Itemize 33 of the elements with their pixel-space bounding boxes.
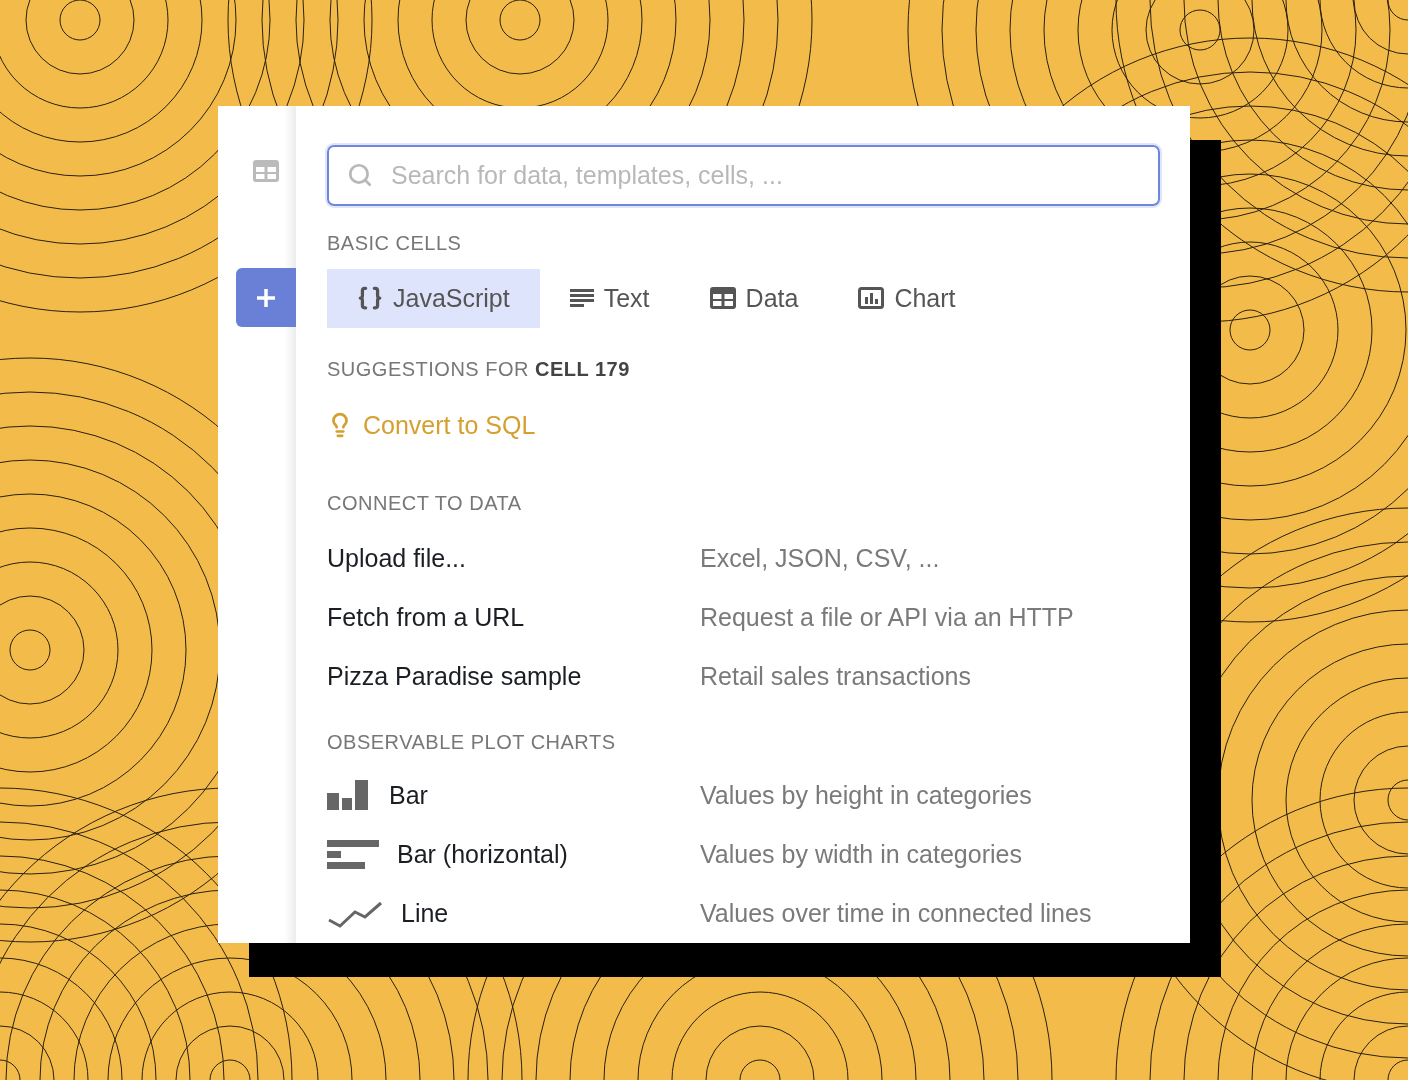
add-cell-button[interactable] <box>236 268 296 327</box>
search-icon <box>347 162 373 189</box>
section-heading: SUGGESTIONS FOR CELL 179 <box>327 357 631 381</box>
table-icon <box>709 287 736 310</box>
option-description: Values over time in connected lines <box>700 899 1093 929</box>
text-lines-icon <box>569 288 594 309</box>
cell-type-tab[interactable]: Text <box>539 268 680 328</box>
option-description: Values by height in categories <box>700 781 1033 811</box>
line-chart-icon <box>327 899 383 928</box>
search-input[interactable]: Search for data, templates, cells, ... <box>389 159 1140 191</box>
chart-icon <box>858 287 885 310</box>
data-source-option[interactable]: Pizza Paradise sample <box>327 661 700 691</box>
table-icon <box>253 160 279 182</box>
chart-option[interactable]: Bar <box>389 781 428 811</box>
data-source-option[interactable]: Upload file... <box>327 543 700 573</box>
search-field[interactable]: Search for data, templates, cells, ... <box>327 145 1160 206</box>
chart-option[interactable]: Bar (horizontal) <box>397 840 568 870</box>
option-description: Excel, JSON, CSV, ... <box>700 543 941 573</box>
section-heading: BASIC CELLS <box>327 231 463 255</box>
data-source-option[interactable]: Fetch from a URL <box>327 602 700 632</box>
section-heading: CONNECT TO DATA <box>327 491 523 515</box>
bar-chart-icon <box>327 779 371 812</box>
braces-icon <box>357 285 383 312</box>
cell-type-tab[interactable]: Chart <box>828 268 986 328</box>
option-description: Retail sales transactions <box>700 661 972 691</box>
cell-type-tab[interactable]: JavaScript <box>327 268 540 328</box>
section-heading: OBSERVABLE PLOT CHARTS <box>327 731 617 755</box>
chart-option[interactable]: Line <box>401 899 449 929</box>
option-description: Request a file or API via an HTTP <box>700 602 1075 632</box>
option-description: Values by width in categories <box>700 840 1023 870</box>
plus-icon <box>256 287 276 308</box>
cell-type-tab[interactable]: Data <box>679 268 829 328</box>
horizontal-bar-chart-icon <box>327 839 379 870</box>
